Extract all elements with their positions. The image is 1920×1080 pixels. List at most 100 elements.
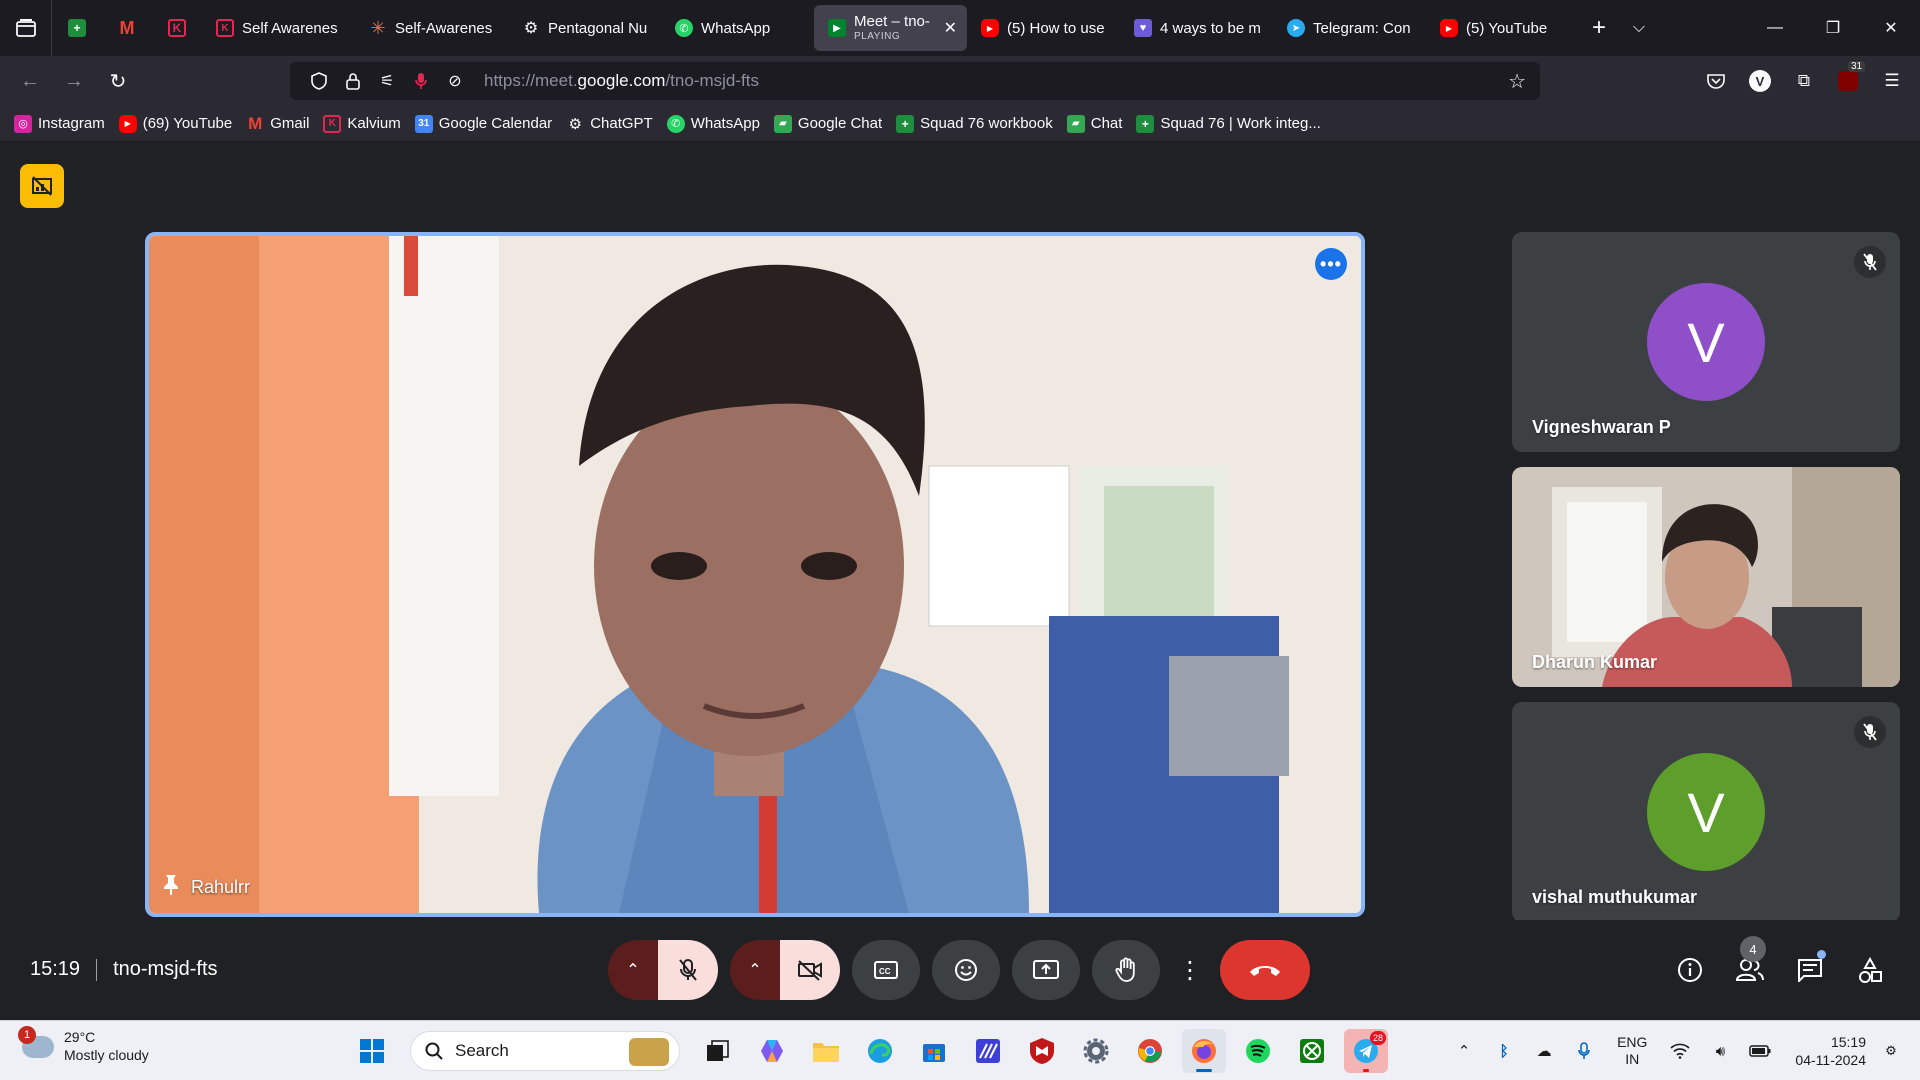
file-explorer-icon[interactable] xyxy=(804,1029,848,1073)
raise-hand-button[interactable] xyxy=(1092,940,1160,1000)
lock-icon[interactable] xyxy=(336,72,370,90)
xbox-icon[interactable] xyxy=(1290,1029,1334,1073)
bookmark-chatgpt[interactable]: ⚙ ChatGPT xyxy=(566,115,652,133)
more-options-icon[interactable]: ⋮ xyxy=(1172,940,1208,1000)
activities-button[interactable] xyxy=(1850,950,1890,990)
avatar: V xyxy=(1647,753,1765,871)
reload-icon[interactable]: ↻ xyxy=(96,61,140,101)
chat-button[interactable] xyxy=(1790,950,1830,990)
people-button[interactable]: 4 xyxy=(1730,936,1770,990)
bluetooth-icon[interactable]: ᛒ xyxy=(1489,1036,1519,1066)
kalvium-icon: K xyxy=(323,114,342,133)
back-icon[interactable]: ← xyxy=(8,61,52,101)
new-tab-button[interactable]: + xyxy=(1579,0,1619,56)
input-language-indicator[interactable]: ENG IN xyxy=(1617,1034,1647,1069)
tracking-protection-icon[interactable] xyxy=(302,72,336,90)
battery-icon[interactable] xyxy=(1745,1036,1775,1066)
profile-icon[interactable]: V xyxy=(1742,63,1778,99)
onedrive-icon[interactable]: ☁ xyxy=(1529,1036,1559,1066)
bookmark-squad-workbook[interactable]: + Squad 76 workbook xyxy=(896,114,1053,133)
navigation-bar: ← → ↻ ⚟ ⊘ https://meet.google.com/tno-ms… xyxy=(0,56,1920,106)
bookmark-youtube[interactable]: ▶ (69) YouTube xyxy=(118,114,232,133)
close-window-icon[interactable]: ✕ xyxy=(1862,0,1920,56)
spotify-icon[interactable] xyxy=(1236,1029,1280,1073)
emoji-reaction-button[interactable] xyxy=(932,940,1000,1000)
system-clock[interactable]: 15:19 04-11-2024 xyxy=(1795,1033,1866,1069)
captions-button[interactable]: CC xyxy=(852,940,920,1000)
firefox-icon[interactable] xyxy=(1182,1029,1226,1073)
tile-more-options-icon[interactable]: ••• xyxy=(1315,248,1347,280)
close-tab-icon[interactable]: ✕ xyxy=(944,18,957,38)
tab-self-awareness-2[interactable]: ✳ Self-Awarenes xyxy=(355,0,508,56)
ublock-icon[interactable]: 31 xyxy=(1830,61,1866,99)
settings-icon[interactable] xyxy=(1074,1029,1118,1073)
tab-telegram[interactable]: ➤ Telegram: Con xyxy=(1273,0,1426,56)
bookmark-whatsapp[interactable]: ✆ WhatsApp xyxy=(666,114,760,133)
weather-widget[interactable]: 1 29°C Mostly cloudy xyxy=(18,1025,149,1064)
end-call-button[interactable] xyxy=(1220,940,1310,1000)
video-settings-chevron-icon[interactable]: ⌃ xyxy=(730,940,780,1000)
notification-center-icon[interactable]: ⚙ xyxy=(1876,1036,1906,1066)
telegram-icon[interactable]: 28 xyxy=(1344,1029,1388,1073)
bookmark-kalvium[interactable]: K Kalvium xyxy=(323,114,401,133)
bookmark-gmail[interactable]: M Gmail xyxy=(246,114,309,133)
task-view-icon[interactable] xyxy=(696,1029,740,1073)
taskbar-search[interactable]: Search xyxy=(410,1031,680,1071)
meeting-details-button[interactable] xyxy=(1670,950,1710,990)
muted-mic-icon xyxy=(1854,246,1886,278)
tab-whatsapp[interactable]: ✆ WhatsApp xyxy=(661,0,814,56)
camera-off-button[interactable] xyxy=(780,940,840,1000)
participant-tile[interactable]: Dharun Kumar xyxy=(1512,467,1900,687)
list-all-tabs-icon[interactable]: ⌵ xyxy=(1619,0,1659,56)
pinned-tab-kalvium[interactable]: K xyxy=(152,0,202,56)
restore-icon[interactable]: ❐ xyxy=(1804,0,1862,56)
microphone-active-icon[interactable] xyxy=(404,72,438,90)
microphone-tray-icon[interactable] xyxy=(1569,1036,1599,1066)
minimize-icon[interactable]: — xyxy=(1746,0,1804,56)
claude-icon: ✳ xyxy=(370,17,386,38)
url-bar[interactable]: ⚟ ⊘ https://meet.google.com/tno-msjd-fts… xyxy=(290,62,1540,100)
show-hidden-icons-chevron-icon[interactable]: ⌃ xyxy=(1449,1036,1479,1066)
tab-meet-active[interactable]: ▶ Meet – tno- PLAYING ✕ xyxy=(814,5,967,51)
pocket-icon[interactable] xyxy=(1698,63,1734,99)
present-screen-button[interactable] xyxy=(1012,940,1080,1000)
bookmark-star-icon[interactable]: ☆ xyxy=(1508,69,1526,94)
visual-studio-code-icon[interactable] xyxy=(966,1029,1010,1073)
audio-settings-chevron-icon[interactable]: ⌃ xyxy=(608,940,658,1000)
volume-icon[interactable]: 🔊︎ xyxy=(1705,1036,1735,1066)
tab-overview-icon[interactable] xyxy=(0,0,52,56)
start-button[interactable] xyxy=(350,1029,394,1073)
permissions-icon[interactable]: ⚟ xyxy=(370,71,404,91)
tab-4-ways[interactable]: ♥ 4 ways to be m xyxy=(1120,0,1273,56)
video-notice-button[interactable] xyxy=(20,164,64,208)
edge-icon[interactable] xyxy=(858,1029,902,1073)
pinned-tab-gmail[interactable]: M xyxy=(102,0,152,56)
bookmark-squad-work-integ[interactable]: + Squad 76 | Work integ... xyxy=(1136,114,1321,133)
unread-dot-icon xyxy=(1817,950,1826,959)
bookmark-instagram[interactable]: ◎ Instagram xyxy=(14,114,105,133)
tab-title: (5) How to use xyxy=(1007,19,1105,37)
wifi-icon[interactable] xyxy=(1665,1036,1695,1066)
extensions-icon[interactable]: ⧉ xyxy=(1786,63,1822,99)
microphone-off-button[interactable] xyxy=(658,940,718,1000)
copilot-icon[interactable] xyxy=(750,1029,794,1073)
tab-self-awareness-1[interactable]: K Self Awarenes xyxy=(202,0,355,56)
pinned-video-tile[interactable]: ••• Rahulrr xyxy=(145,232,1365,917)
participant-tile[interactable]: V Vigneshwaran P xyxy=(1512,232,1900,452)
chrome-icon[interactable] xyxy=(1128,1029,1172,1073)
camera-blocked-icon[interactable]: ⊘ xyxy=(438,71,472,91)
bookmark-chat[interactable]: ▰ Chat xyxy=(1066,114,1122,133)
pinned-tab-sheets[interactable]: + xyxy=(52,0,102,56)
participant-tile[interactable]: V vishal muthukumar xyxy=(1512,702,1900,922)
bookmark-google-calendar[interactable]: 31 Google Calendar xyxy=(414,114,552,133)
tab-youtube[interactable]: ▶ (5) YouTube xyxy=(1426,0,1579,56)
tab-pentagonal[interactable]: ⚙ Pentagonal Nu xyxy=(508,0,661,56)
menu-icon[interactable]: ☰ xyxy=(1874,63,1910,99)
mcafee-icon[interactable] xyxy=(1020,1029,1064,1073)
kalvium-icon: K xyxy=(168,19,186,37)
kalvium-icon: K xyxy=(216,19,234,37)
forward-icon[interactable]: → xyxy=(52,61,96,101)
tab-how-to-use[interactable]: ▶ (5) How to use xyxy=(967,0,1120,56)
microsoft-store-icon[interactable] xyxy=(912,1029,956,1073)
bookmark-google-chat[interactable]: ▰ Google Chat xyxy=(773,114,882,133)
